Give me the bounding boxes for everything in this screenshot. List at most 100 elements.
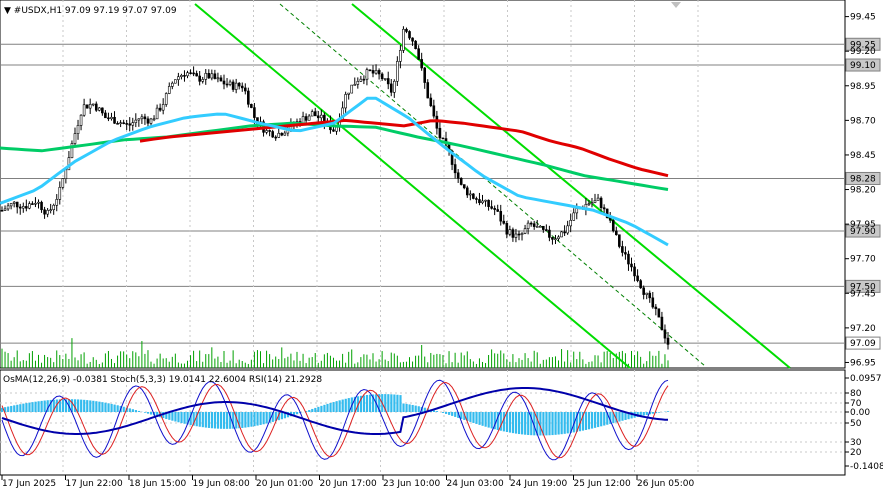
osma-bar — [253, 412, 256, 427]
candle-body — [615, 230, 618, 236]
candle-body — [198, 75, 201, 82]
candle-body — [517, 233, 521, 236]
candle-body — [554, 238, 557, 241]
osma-bar — [89, 400, 92, 412]
time-tick-label: 24 Jun 03:00 — [447, 479, 504, 489]
candle-body — [219, 77, 223, 82]
osma-bar — [22, 403, 25, 412]
candle-body — [25, 206, 28, 209]
time-tick-label: 23 Jun 10:00 — [383, 479, 440, 489]
candle-body — [362, 78, 366, 81]
candle-body — [247, 90, 250, 105]
osma-bar — [256, 412, 259, 426]
indicator-tick-label: 20 — [850, 448, 862, 458]
osma-bar — [554, 412, 557, 435]
indicator-tick-label: 80 — [850, 389, 862, 399]
candle-body — [572, 212, 576, 221]
chart-canvas: 99.2599.1098.2897.9097.5097.09 99.4599.2… — [0, 0, 883, 489]
candle-body — [316, 115, 320, 119]
candle-body — [164, 93, 168, 105]
osma-bar — [104, 402, 107, 412]
candle-body — [58, 187, 62, 200]
price-tick-label: 98.45 — [850, 151, 876, 161]
candle-body — [508, 229, 512, 235]
candle-body — [356, 81, 360, 85]
candle-body — [651, 297, 655, 308]
candle-body — [171, 82, 174, 87]
osma-bar — [508, 412, 512, 433]
candle-body — [94, 103, 98, 111]
candle-body — [386, 78, 390, 85]
candle-body — [593, 200, 597, 203]
candle-body — [420, 59, 423, 69]
candle-body — [666, 337, 670, 345]
osma-bar — [548, 412, 551, 436]
osma-bar — [524, 412, 527, 435]
candle-body — [566, 225, 569, 234]
osma-bar — [317, 406, 320, 412]
candle-body — [487, 199, 490, 207]
osma-bar — [31, 402, 34, 412]
osma-bar — [131, 409, 134, 412]
osma-bar — [323, 404, 326, 412]
candle-body — [462, 184, 466, 189]
candle-body — [85, 104, 89, 109]
candle-body — [271, 131, 274, 138]
osma-bar — [642, 412, 645, 416]
candle-body — [441, 137, 445, 140]
candle-body — [514, 233, 518, 238]
candle-body — [213, 73, 217, 79]
candle-body — [134, 119, 138, 123]
candle-body — [633, 266, 636, 277]
candle-body — [183, 75, 186, 77]
candle-body — [225, 83, 229, 86]
osma-bar — [387, 394, 390, 412]
candle-body — [49, 209, 52, 211]
osma-bar — [445, 412, 448, 414]
osma-bar — [441, 412, 445, 413]
candle-body — [167, 86, 171, 94]
candle-body — [529, 222, 533, 225]
osma-bar — [557, 412, 560, 435]
candle-body — [64, 169, 68, 180]
indicator-tick-label: -0.1408 — [850, 462, 883, 472]
osma-bar — [262, 412, 265, 425]
osma-bar — [329, 402, 332, 412]
candle-body — [526, 222, 530, 229]
osma-bar — [308, 409, 311, 412]
candle-body — [313, 111, 317, 117]
osma-bar — [101, 402, 104, 412]
candle-body — [250, 104, 253, 108]
candle-body — [155, 107, 159, 120]
osma-bar — [174, 412, 177, 422]
candle-body — [37, 201, 40, 204]
candle-body — [201, 79, 205, 82]
osma-bar — [7, 406, 10, 412]
osma-bar — [183, 412, 186, 424]
osma-bar — [213, 412, 217, 429]
candle-body — [3, 208, 7, 211]
candle-body — [140, 116, 144, 120]
candle-body — [499, 211, 503, 222]
candle-body — [645, 292, 649, 295]
candle-body — [459, 177, 463, 185]
osma-bar — [204, 412, 207, 428]
osma-bar — [10, 405, 13, 412]
candle-body — [654, 306, 658, 310]
candle-body — [602, 207, 606, 210]
candle-body — [542, 225, 545, 230]
candle-body — [484, 199, 487, 202]
osma-bar — [150, 412, 153, 415]
osma-bar — [448, 412, 451, 415]
candle-body — [523, 228, 527, 234]
osma-bar — [603, 412, 606, 426]
osma-bar — [143, 412, 147, 413]
level-label: 97.09 — [850, 339, 876, 349]
osma-bar — [362, 395, 366, 412]
osma-bar — [92, 400, 95, 412]
time-tick-label: 17 Jun 2025 — [2, 479, 56, 489]
candle-body — [137, 118, 141, 121]
candle-body — [465, 187, 469, 196]
osma-bar — [396, 394, 399, 412]
candle-body — [630, 263, 633, 268]
